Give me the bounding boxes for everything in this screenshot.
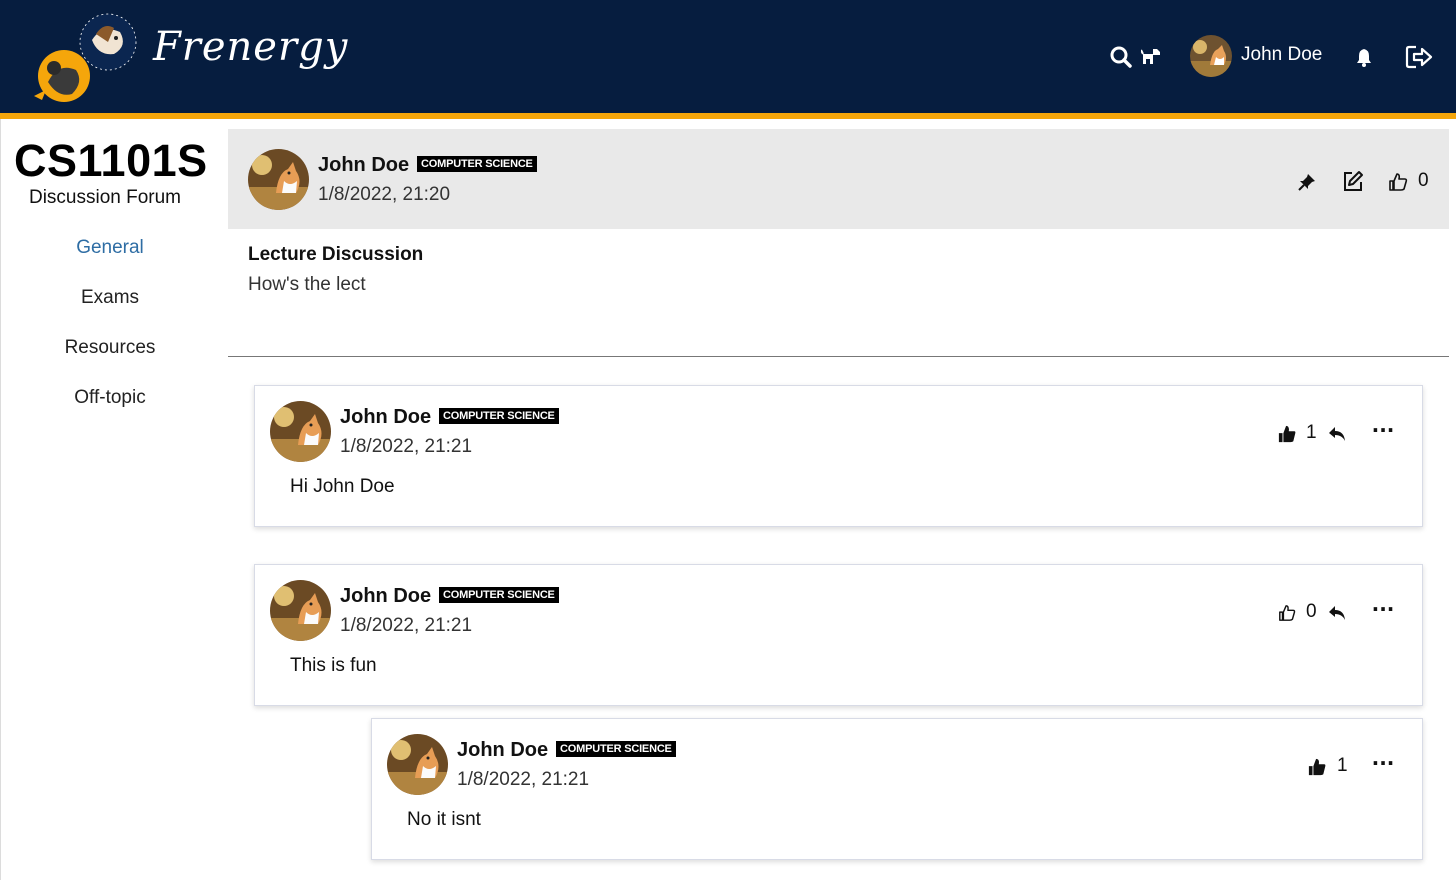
top-navbar: Frenergy John Doe	[0, 0, 1456, 113]
comment-timestamp: 1/8/2022, 21:21	[340, 615, 473, 636]
faculty-badge: COMPUTER SCIENCE	[556, 741, 676, 757]
comment-author-name[interactable]: John Doe	[340, 585, 431, 608]
post-header: John Doe COMPUTER SCIENCE 1/8/2022, 21:2…	[228, 129, 1449, 229]
logout-icon[interactable]	[1404, 43, 1434, 71]
comment-timestamp: 1/8/2022, 21:21	[340, 436, 473, 457]
thumbs-up-filled-icon[interactable]	[1307, 757, 1327, 777]
sidebar-item-off-topic[interactable]: Off-topic	[1, 387, 219, 409]
comment-like-count: 1	[1337, 755, 1348, 776]
thumbs-up-outline-icon[interactable]	[1277, 603, 1297, 623]
more-options-button[interactable]: ···	[1368, 751, 1398, 775]
comment-like-count: 0	[1306, 601, 1317, 622]
faculty-badge: COMPUTER SCIENCE	[417, 156, 537, 172]
dog-icon[interactable]	[1140, 45, 1162, 67]
sidebar: CS1101S Discussion Forum General Exams R…	[0, 119, 220, 880]
faculty-badge: COMPUTER SCIENCE	[439, 587, 559, 603]
comment-author-avatar[interactable]	[387, 734, 448, 795]
comment-text: Hi John Doe	[290, 476, 395, 497]
frenergy-logo[interactable]	[28, 12, 138, 104]
comment-card: John Doe COMPUTER SCIENCE 1/8/2022, 21:2…	[254, 564, 1423, 706]
pin-icon[interactable]	[1297, 172, 1317, 192]
post-title: Lecture Discussion	[248, 244, 424, 265]
course-code: CS1101S	[14, 135, 208, 186]
sidebar-item-general[interactable]: General	[1, 237, 219, 259]
comment-author-avatar[interactable]	[270, 580, 331, 641]
faculty-badge: COMPUTER SCIENCE	[439, 408, 559, 424]
more-options-button[interactable]: ···	[1368, 597, 1398, 621]
brand-name[interactable]: Frenergy	[153, 24, 348, 70]
course-subtitle: Discussion Forum	[28, 187, 182, 208]
comment-like-count: 1	[1306, 422, 1317, 443]
sidebar-item-resources[interactable]: Resources	[1, 337, 219, 359]
post-like-count: 0	[1418, 170, 1429, 191]
thumbs-up-filled-icon[interactable]	[1277, 424, 1297, 444]
comment-timestamp: 1/8/2022, 21:21	[457, 769, 590, 790]
comment-text: This is fun	[290, 655, 377, 676]
bell-icon[interactable]	[1354, 46, 1374, 68]
comment-text: No it isnt	[407, 809, 481, 830]
post-author-avatar[interactable]	[248, 149, 309, 210]
user-avatar[interactable]	[1190, 35, 1232, 77]
thumbs-up-outline-icon[interactable]	[1387, 171, 1409, 193]
reply-icon[interactable]	[1327, 424, 1347, 444]
post-body: How's the lect	[248, 274, 366, 295]
comment-card: John Doe COMPUTER SCIENCE 1/8/2022, 21:2…	[371, 718, 1423, 860]
post-divider	[228, 356, 1449, 357]
edit-icon[interactable]	[1341, 169, 1365, 193]
post-author-name[interactable]: John Doe	[318, 154, 409, 177]
nav-username[interactable]: John Doe	[1241, 44, 1322, 66]
comment-author-name[interactable]: John Doe	[457, 739, 548, 762]
comment-author-name[interactable]: John Doe	[340, 406, 431, 429]
more-options-button[interactable]: ···	[1368, 418, 1398, 442]
comment-author-avatar[interactable]	[270, 401, 331, 462]
comment-card: John Doe COMPUTER SCIENCE 1/8/2022, 21:2…	[254, 385, 1423, 527]
post-timestamp: 1/8/2022, 21:20	[318, 184, 451, 205]
reply-icon[interactable]	[1327, 603, 1347, 623]
search-icon[interactable]	[1109, 45, 1133, 69]
sidebar-item-exams[interactable]: Exams	[1, 287, 219, 309]
